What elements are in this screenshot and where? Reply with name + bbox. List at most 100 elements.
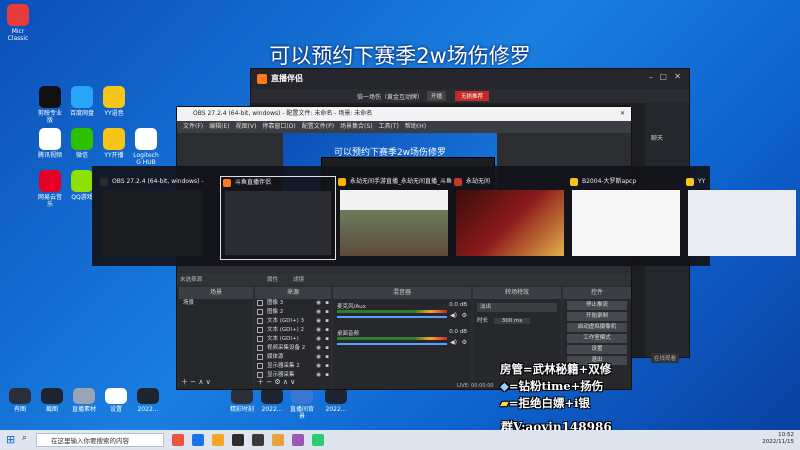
lock-icon[interactable]: ▪ xyxy=(325,299,329,308)
obs-menu-item[interactable]: 停靠窗口(D) xyxy=(262,123,295,130)
visibility-eye-icon[interactable]: ◉ xyxy=(316,353,321,362)
duration-input[interactable]: 300 ms xyxy=(493,318,531,324)
obs-menu-item[interactable]: 帮助(H) xyxy=(405,123,426,130)
desktop-icon[interactable]: Logitech G HUB xyxy=(132,128,160,166)
speaker-icon[interactable]: ◀) xyxy=(450,312,457,319)
taskbar-search-input[interactable]: 在这里输入你要搜索的内容 xyxy=(36,433,164,447)
desktop-icon[interactable]: 有图 xyxy=(6,388,34,413)
task-switcher: OBS 27.2.4 (64-bit, windows) - ... 斗鱼直播伴侣… xyxy=(92,166,796,266)
livehelper-logo-icon xyxy=(257,74,267,84)
visibility-eye-icon[interactable]: ◉ xyxy=(316,344,321,353)
chat-label[interactable]: 聊天 xyxy=(651,133,663,142)
control-button[interactable]: 启动虚拟摄像机 xyxy=(567,323,627,332)
lock-icon[interactable]: ▪ xyxy=(325,362,329,371)
volume-slider[interactable] xyxy=(337,316,447,318)
taskbar-app-icon[interactable] xyxy=(172,434,184,446)
desktop-icon[interactable]: 直播素材 xyxy=(70,388,98,413)
visibility-eye-icon[interactable]: ◉ xyxy=(316,371,321,380)
lock-icon[interactable]: ▪ xyxy=(325,371,329,380)
switcher-label-text: YY xyxy=(698,178,706,185)
visibility-eye-icon[interactable]: ◉ xyxy=(316,326,321,335)
obs-menu-item[interactable]: 文件(F) xyxy=(183,123,203,130)
desktop-icon[interactable]: 2022... xyxy=(134,388,162,413)
desktop-icon[interactable]: 设置 xyxy=(102,388,130,413)
taskbar-app-icon[interactable] xyxy=(192,434,204,446)
taskbar-app-icon[interactable] xyxy=(312,434,324,446)
app-icon xyxy=(7,4,29,26)
online-viewers-button[interactable]: 在线观看 xyxy=(651,353,680,363)
source-item[interactable]: 文本 (GDI+) 2 ◉ ▪ xyxy=(255,326,331,335)
visibility-eye-icon[interactable]: ◉ xyxy=(316,335,321,344)
desktop-icon[interactable]: 2022... xyxy=(322,388,350,413)
window-preview xyxy=(688,190,796,256)
desktop-icon[interactable]: YY开播 xyxy=(100,128,128,159)
properties-button[interactable]: 属性 xyxy=(267,275,278,283)
quality-button[interactable]: 无损推荐 xyxy=(455,91,490,101)
visibility-eye-icon[interactable]: ◉ xyxy=(316,317,321,326)
desktop-icon[interactable]: 网易云音乐 xyxy=(36,170,64,208)
transition-select[interactable]: 淡出 xyxy=(477,303,557,312)
lock-icon[interactable]: ▪ xyxy=(325,308,329,317)
desktop-icon[interactable]: 剪映专业版 xyxy=(36,86,64,124)
desktop-icon[interactable]: 精彩时刻 xyxy=(228,388,256,413)
desktop-icon[interactable]: 直播间背景 xyxy=(288,388,316,420)
switcher-thumbnail[interactable]: B2004-大罗斯apcp xyxy=(568,176,684,260)
visibility-eye-icon[interactable]: ◉ xyxy=(316,308,321,317)
switcher-thumbnail[interactable]: OBS 27.2.4 (64-bit, windows) - ... xyxy=(98,176,206,260)
desktop-icon[interactable]: 腾讯视频 xyxy=(36,128,64,159)
control-button[interactable]: 停止推流 xyxy=(567,301,627,310)
lock-icon[interactable]: ▪ xyxy=(325,326,329,335)
taskbar-app-icon[interactable] xyxy=(232,434,244,446)
desktop-icon[interactable]: YY语音 xyxy=(100,86,128,117)
taskbar-app-icon[interactable] xyxy=(292,434,304,446)
maximize-icon[interactable]: ▢ xyxy=(659,72,667,81)
gear-icon[interactable]: ⚙ xyxy=(462,339,467,346)
source-item[interactable]: 媒体源 ◉ ▪ xyxy=(255,353,331,362)
visibility-eye-icon[interactable]: ◉ xyxy=(316,362,321,371)
obs-menu-item[interactable]: 工具(T) xyxy=(379,123,399,130)
volume-slider[interactable] xyxy=(337,343,447,345)
minimize-icon[interactable]: – xyxy=(649,73,653,82)
desktop-icon[interactable]: 截图 xyxy=(38,388,66,413)
obs-menu-item[interactable]: 编辑(E) xyxy=(209,123,229,130)
source-item[interactable]: 视频采集设备 2 ◉ ▪ xyxy=(255,344,331,353)
scene-item[interactable]: 场景 xyxy=(179,299,253,308)
visibility-eye-icon[interactable]: ◉ xyxy=(316,299,321,308)
desktop-icon[interactable]: 微信 xyxy=(68,128,96,159)
switcher-thumbnail[interactable]: 永劫无间手游直播_永劫无间直播_斗鱼直... xyxy=(336,176,452,260)
desktop-icon[interactable]: 百度网盘 xyxy=(68,86,96,117)
lock-icon[interactable]: ▪ xyxy=(325,335,329,344)
gear-icon[interactable]: ⚙ xyxy=(462,312,467,319)
source-item[interactable]: 显示器采集 2 ◉ ▪ xyxy=(255,362,331,371)
switcher-thumbnail[interactable]: YY xyxy=(684,176,800,260)
source-name: 显示器采集 2 xyxy=(267,363,300,369)
desktop-icon[interactable]: 2022... xyxy=(258,388,286,413)
speaker-icon[interactable]: ◀) xyxy=(450,339,457,346)
desktop-icon[interactable]: Micr Classic xyxy=(4,4,32,42)
obs-menu-item[interactable]: 场景集合(S) xyxy=(340,123,373,130)
start-live-button[interactable]: 开播 xyxy=(427,91,447,101)
control-button[interactable]: 设置 xyxy=(567,345,627,354)
duration-label: 时长 xyxy=(477,318,489,324)
switcher-thumbnail[interactable]: 永劫无间 xyxy=(452,176,568,260)
taskbar-app-icon[interactable] xyxy=(252,434,264,446)
taskbar-app-icon[interactable] xyxy=(212,434,224,446)
control-button[interactable]: 开始录制 xyxy=(567,312,627,321)
obs-menu-item[interactable]: 视图(V) xyxy=(236,123,257,130)
source-item[interactable]: 文本 (GDI+) 3 ◉ ▪ xyxy=(255,317,331,326)
control-button[interactable]: 工作室模式 xyxy=(567,334,627,343)
source-item[interactable]: 文本 (GDI+) ◉ ▪ xyxy=(255,335,331,344)
close-icon[interactable]: ✕ xyxy=(674,72,681,81)
filters-button[interactable]: 滤镜 xyxy=(293,275,304,283)
source-item[interactable]: 图像 3 ◉ ▪ xyxy=(255,299,331,308)
lock-icon[interactable]: ▪ xyxy=(325,353,329,362)
livehelper-tab[interactable]: 倍一场伤（黄金互动牌） xyxy=(357,92,423,101)
switcher-thumbnail[interactable]: 斗鱼直播伴侣 xyxy=(220,176,336,260)
lock-icon[interactable]: ▪ xyxy=(325,317,329,326)
source-item[interactable]: 图像 2 ◉ ▪ xyxy=(255,308,331,317)
lock-icon[interactable]: ▪ xyxy=(325,344,329,353)
start-button[interactable]: ⊞ xyxy=(6,434,15,446)
taskbar-app-icon[interactable] xyxy=(272,434,284,446)
obs-menu-item[interactable]: 配置文件(P) xyxy=(302,123,334,130)
obs-close-icon[interactable]: ✕ xyxy=(620,107,625,121)
